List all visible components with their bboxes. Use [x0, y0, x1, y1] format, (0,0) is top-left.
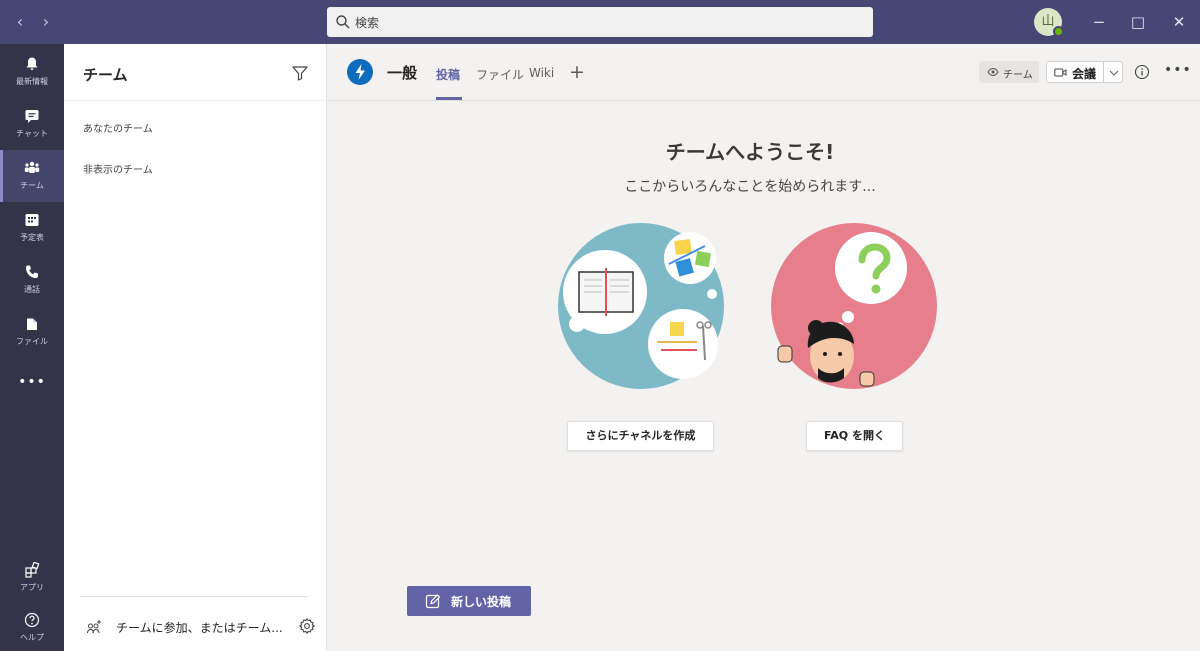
team-list-pane: チーム あなたのチーム 非表示のチーム チームに参加、またはチーム... [64, 44, 327, 651]
app-rail: 最新情報 チャット チーム 予定表 通話 ファイル ••• アプリ ヘルプ [0, 44, 64, 651]
gear-icon[interactable] [298, 617, 316, 635]
team-chip-label: チーム [1003, 70, 1033, 81]
team-chip[interactable]: チーム [979, 61, 1039, 83]
add-tab-button[interactable]: + [569, 61, 585, 83]
info-icon[interactable] [1134, 64, 1150, 80]
search-icon [336, 15, 350, 29]
add-people-icon [87, 620, 101, 634]
tab-posts[interactable]: 投稿 [436, 66, 460, 83]
join-or-create-team-button[interactable]: チームに参加、またはチーム... [86, 617, 283, 637]
welcome-title: チームへようこそ! [665, 140, 835, 164]
rail-item-teams[interactable]: チーム [0, 150, 64, 202]
back-button[interactable]: ‹ [10, 12, 30, 32]
tab-files[interactable]: ファイル [476, 66, 524, 83]
minimize-button[interactable]: − [1089, 12, 1109, 32]
compose-icon [425, 594, 441, 609]
meet-label: 会議 [1072, 67, 1097, 81]
active-tab-indicator [436, 97, 462, 100]
team-logo [347, 59, 373, 85]
new-post-label: 新しい投稿 [451, 595, 512, 609]
rail-item-files[interactable]: ファイル [0, 306, 64, 358]
lightning-icon [355, 64, 365, 80]
phone-icon [26, 265, 38, 278]
calendar-icon [25, 214, 39, 226]
close-button[interactable]: ✕ [1169, 12, 1189, 32]
rail-label: ヘルプ [20, 633, 44, 642]
rail-item-help[interactable]: ヘルプ [0, 602, 64, 651]
eye-icon [987, 67, 999, 77]
filter-icon[interactable] [291, 64, 309, 82]
create-channel-button[interactable]: さらにチャネルを作成 [567, 421, 714, 451]
video-camera-icon [1054, 68, 1067, 77]
new-post-button[interactable]: 新しい投稿 [407, 586, 531, 616]
more-options-button[interactable]: ••• [1164, 62, 1192, 78]
welcome-subtitle: ここからいろんなことを始められます... [624, 179, 876, 195]
rail-label: チャット [16, 129, 48, 138]
channel-illustration [558, 223, 724, 389]
rail-label: 予定表 [20, 233, 44, 242]
bell-icon [26, 57, 38, 70]
pane-title: チーム [83, 66, 128, 84]
chat-icon [25, 110, 39, 123]
tab-wiki[interactable]: Wiki [529, 66, 554, 80]
title-bar: ‹ › 検索 山 − □ ✕ [0, 0, 1200, 44]
rail-label: チーム [20, 181, 44, 190]
search-bar[interactable]: 検索 [327, 7, 873, 37]
rail-label: ファイル [16, 337, 48, 346]
forward-button[interactable]: › [36, 12, 56, 32]
maximize-button[interactable]: □ [1128, 12, 1148, 32]
rail-item-apps[interactable]: アプリ [0, 552, 64, 604]
faq-illustration [771, 223, 937, 389]
help-icon [24, 612, 40, 628]
divider [64, 100, 327, 101]
divider [80, 596, 308, 597]
rail-item-chat[interactable]: チャット [0, 98, 64, 150]
rail-item-activity[interactable]: 最新情報 [0, 46, 64, 98]
search-placeholder: 検索 [355, 16, 380, 30]
channel-name: 一般 [387, 64, 418, 82]
channel-header: 一般 投稿 ファイル Wiki + チーム 会議 ••• [327, 44, 1200, 101]
meet-dropdown-button[interactable] [1103, 61, 1123, 83]
rail-label: 通話 [24, 285, 40, 294]
more-apps-button[interactable]: ••• [0, 374, 64, 390]
chevron-down-icon [1109, 70, 1119, 76]
meet-button[interactable]: 会議 [1046, 61, 1104, 83]
rail-label: アプリ [20, 583, 44, 592]
join-team-label: チームに参加、またはチーム... [116, 621, 283, 635]
apps-icon [25, 562, 40, 578]
presence-badge [1053, 26, 1064, 37]
open-faq-button[interactable]: FAQ を開く [806, 421, 903, 451]
your-teams-section[interactable]: あなたのチーム [83, 120, 153, 135]
teams-icon [24, 161, 40, 173]
rail-item-calendar[interactable]: 予定表 [0, 202, 64, 254]
hidden-teams-section[interactable]: 非表示のチーム [83, 161, 153, 176]
file-icon [27, 318, 37, 330]
rail-item-calls[interactable]: 通話 [0, 254, 64, 306]
rail-label: 最新情報 [16, 77, 48, 86]
